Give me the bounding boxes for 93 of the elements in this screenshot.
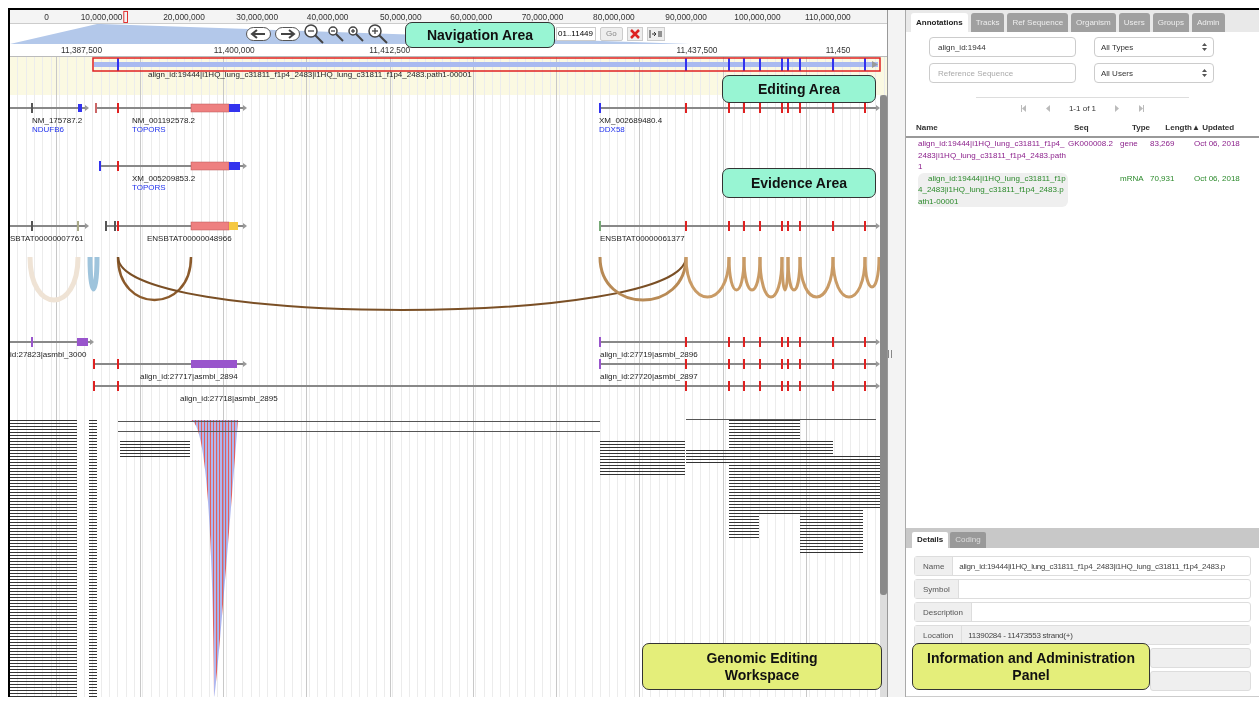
annotation-name[interactable]: align_id:19444|i1HQ_lung_c31811_f1p4_2483|i1HQ_lung_c31811_f1p4_2483.path1-00001 <box>918 172 1068 207</box>
splice-junction-arc <box>87 256 100 291</box>
table-cell-text: Oct 06, 2018 <box>1194 138 1241 150</box>
ruler-label: 70,000,000 <box>521 12 564 23</box>
callout-label: Editing Area <box>722 75 876 103</box>
scrollbar[interactable] <box>880 95 887 595</box>
ruler-label: 11,412,500 <box>369 45 411 56</box>
ruler-label: 40,000,000 <box>306 12 349 23</box>
readonly-field[interactable] <box>1150 671 1251 691</box>
name-filter-field[interactable]: align_id:1944 <box>929 37 1076 57</box>
readonly-field[interactable] <box>1150 648 1251 668</box>
position-marker[interactable] <box>123 10 128 23</box>
annotation-name[interactable]: align_id:19444|i1HQ_lung_c31811_f1p4_2483|i1HQ_lung_c31811_f1p4_2483.path1 <box>918 138 1068 173</box>
ruler-label: 20,000,000 <box>163 12 205 23</box>
gene-model[interactable] <box>599 221 880 231</box>
location-field[interactable]: 01..11449 <box>556 26 596 41</box>
feature-label: ENSBTAT00000061377 <box>600 234 685 243</box>
ruler-label: 50,000,000 <box>379 12 422 23</box>
feature-label: id:27823|asmbl_3000 <box>10 350 87 359</box>
tab[interactable]: Annotations <box>911 13 968 32</box>
tab[interactable]: Details <box>912 532 949 548</box>
ruler-label: 80,000,000 <box>593 12 635 23</box>
page-count: 1-1 of 1 <box>1068 103 1097 113</box>
callout-label: Information and Administration Panel <box>912 643 1150 690</box>
ruler-label: 110,000,000 <box>805 12 851 23</box>
track-list-icon[interactable] <box>646 26 665 41</box>
callout-label: Genomic Editing Workspace <box>642 643 882 690</box>
gene-model[interactable] <box>599 337 880 347</box>
gene-name-label: NDUFB6 <box>32 125 64 134</box>
splice-junction-arc <box>27 256 81 303</box>
zoom-out-icon[interactable] <box>328 25 344 42</box>
column-header[interactable]: Type <box>1118 123 1150 132</box>
ruler-label: 30,000,000 <box>236 12 279 23</box>
select-arrows-icon <box>1202 43 1207 51</box>
feature-label: align_id:27717|asmbl_2894 <box>140 372 238 381</box>
feature-label: ENSBTAT00000048966 <box>147 234 232 243</box>
gene-model[interactable] <box>599 103 880 113</box>
feature-label: align_id:27720|asmbl_2897 <box>600 372 698 381</box>
feature-label: align_id:27718|asmbl_2895 <box>180 394 278 403</box>
column-header[interactable]: ▲ Updated <box>1192 123 1252 132</box>
ruler-label: 0 <box>44 12 49 23</box>
feature-label: align_id:19444|i1HQ_lung_c31811_f1p4_2483|i1HQ_lung_c31811_f1p4_2483.path1-00001 <box>148 70 472 79</box>
ruler-label: 11,387,500 <box>61 45 103 56</box>
splice-junction-arc <box>742 256 762 292</box>
gene-model[interactable] <box>599 359 880 369</box>
feature-label: NM_001192578.2 <box>132 116 195 125</box>
ruler-label: 60,000,000 <box>450 12 493 23</box>
gene-model[interactable] <box>93 359 247 369</box>
feature-label: align_id:27719|asmbl_2896 <box>600 350 698 359</box>
type-select[interactable]: All Types <box>1094 37 1214 57</box>
gene-model[interactable] <box>105 221 247 231</box>
pan-left-button[interactable] <box>246 26 271 41</box>
table-cell-text: 83,269 <box>1150 138 1176 150</box>
feature-label: XM_005209853.2 <box>132 174 196 183</box>
gene-model[interactable] <box>10 221 89 231</box>
ruler-label: 11,437,500 <box>676 45 718 56</box>
table-cell-text: mRNA <box>1120 172 1145 185</box>
gene-model[interactable] <box>10 103 89 113</box>
ruler-label: 100,000,000 <box>734 12 781 23</box>
gene-name-label: TOPORS <box>132 183 166 192</box>
zoom-in-icon[interactable] <box>368 23 388 44</box>
column-header[interactable]: Seq <box>1074 123 1118 132</box>
feature-label: XM_002689480.4 <box>599 116 663 125</box>
gene-model[interactable] <box>93 381 880 391</box>
feature-label: NM_175787.2 <box>32 116 83 125</box>
close-icon[interactable] <box>626 26 643 41</box>
gene-name-label: DDX58 <box>599 125 625 134</box>
panel-splitter[interactable] <box>887 10 905 697</box>
select-arrows-icon <box>1202 69 1207 77</box>
callout-label: Navigation Area <box>405 22 555 48</box>
table-cell-text: gene <box>1120 138 1139 150</box>
ruler-label: 10,000,000 <box>80 12 123 23</box>
table-cell-text: 70,931 <box>1150 172 1176 185</box>
ruler-label: 90,000,000 <box>665 12 707 23</box>
grip-icon <box>888 349 892 358</box>
ruler-label: 11,400,000 <box>213 45 255 56</box>
column-header[interactable]: Length <box>1150 123 1192 132</box>
zoom-out-icon[interactable] <box>304 23 324 44</box>
gene-model[interactable] <box>95 103 247 113</box>
gene-name-label: TOPORS <box>132 125 166 134</box>
gene-model[interactable] <box>99 161 247 171</box>
feature-label: SBTAT00000007761 <box>10 234 84 243</box>
pan-right-button[interactable] <box>275 26 300 41</box>
column-header[interactable]: Name <box>916 123 1074 132</box>
zoom-in-icon[interactable] <box>348 25 364 42</box>
user-select[interactable]: All Users <box>1094 63 1214 83</box>
ruler-label: 11,450 <box>825 45 851 56</box>
table-cell-text: GK000008.2 <box>1068 138 1114 150</box>
gene-model[interactable] <box>10 337 94 347</box>
annotation-feature[interactable] <box>92 57 881 72</box>
callout-label: Evidence Area <box>722 168 876 198</box>
table-cell-text: Oct 06, 2018 <box>1194 172 1241 185</box>
sequence-filter-field[interactable]: Reference Sequence <box>929 63 1076 83</box>
